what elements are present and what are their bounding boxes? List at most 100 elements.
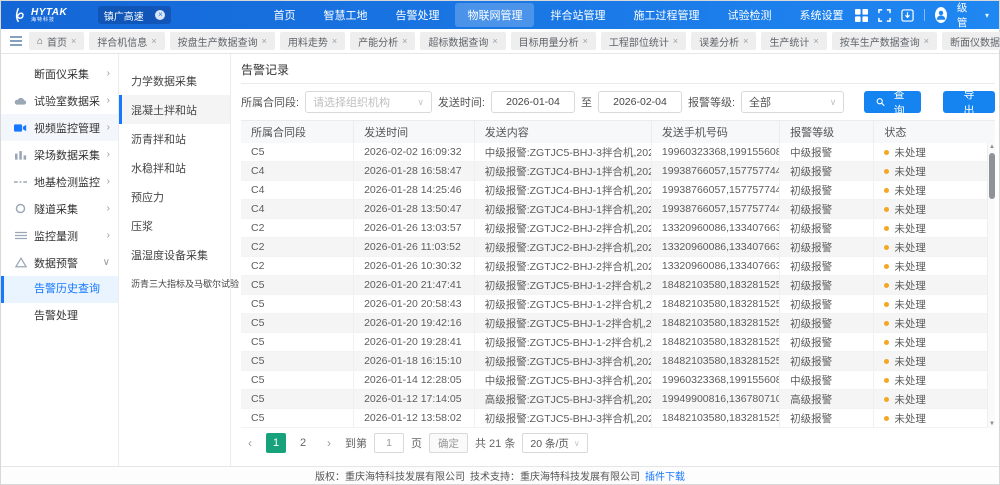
submenu-item[interactable]: 预应力 ∨ [119, 182, 230, 211]
sidebar-item-video-monitor[interactable]: 视频监控管理 › [1, 114, 118, 141]
chevron-down-icon[interactable]: ▾ [985, 11, 989, 20]
tab-close-icon[interactable]: × [743, 36, 748, 46]
scroll-up-icon[interactable]: ▲ [988, 143, 996, 151]
table-row[interactable]: C5 2026-01-12 17:14:05 高级报警:ZGTJC5-BHJ-3… [241, 390, 995, 409]
date-from-input[interactable] [491, 91, 575, 113]
nav-item[interactable]: 首页 [261, 3, 307, 27]
sidebar-item-profiler-collect[interactable]: 断面仪采集 › [1, 60, 118, 87]
tab[interactable]: ⌂ 目标用量分析 × [511, 32, 596, 50]
level-select[interactable]: 全部 ∨ [741, 91, 844, 113]
nav-item[interactable]: 拌合站管理 [538, 3, 617, 27]
date-to-input[interactable] [598, 91, 682, 113]
tab[interactable]: ⌂ 用料走势 × [280, 32, 345, 50]
export-button[interactable]: 导出 [943, 91, 995, 113]
table-row[interactable]: C5 2026-01-14 12:28:05 中级报警:ZGTJC5-BHJ-3… [241, 371, 995, 390]
scrollbar-thumb[interactable] [989, 153, 995, 199]
table-row[interactable]: C4 2026-01-28 14:25:46 初级报警:ZGTJC4-BHJ-1… [241, 181, 995, 200]
submenu-item[interactable]: 温湿度设备采集 ∨ [119, 240, 230, 269]
table-row[interactable]: C5 2026-01-18 16:15:10 初级报警:ZGTJC5-BHJ-3… [241, 352, 995, 371]
sidebar-item-foundation-monitor[interactable]: 地基检测监控平台 › [1, 168, 118, 195]
download-box-icon[interactable] [901, 8, 914, 22]
submenu-item[interactable]: 混凝土拌和站 ∨ [119, 95, 230, 124]
tab-close-icon[interactable]: × [262, 36, 267, 46]
tab-close-icon[interactable]: × [151, 36, 156, 46]
tab-close-icon[interactable]: × [492, 36, 497, 46]
tab[interactable]: ⌂ 断面仪数据采集 × [942, 32, 1000, 50]
tab-label: 首页 [47, 34, 67, 49]
logo-icon [11, 7, 27, 23]
tab[interactable]: ⌂ 产能分析 × [350, 32, 415, 50]
prev-page-button[interactable]: ‹ [241, 433, 259, 453]
tab[interactable]: ⌂ 按盘生产数据查询 × [170, 32, 275, 50]
nav-item[interactable]: 物联网管理 [455, 3, 534, 27]
sidebar-item-lab-data[interactable]: 试验室数据采集 › [1, 87, 118, 114]
clear-icon[interactable]: × [155, 10, 165, 20]
nav-item[interactable]: 告警处理 [383, 3, 451, 27]
table-row[interactable]: C5 2026-01-20 19:28:41 初级报警:ZGTJC5-BHJ-1… [241, 333, 995, 352]
table-row[interactable]: C4 2026-01-28 13:50:47 初级报警:ZGTJC4-BHJ-1… [241, 200, 995, 219]
chevron-right-icon: › [107, 149, 110, 160]
tab[interactable]: ⌂ 按车生产数据查询 × [832, 32, 937, 50]
tab-close-icon[interactable]: × [673, 36, 678, 46]
table-row[interactable]: C5 2026-02-02 16:09:32 中级报警:ZGTJC5-BHJ-3… [241, 143, 995, 162]
table-row[interactable]: C2 2026-01-26 11:03:52 初级报警:ZGTJC2-BHJ-2… [241, 238, 995, 257]
sidebar-item-beamyard-data[interactable]: 梁场数据采集 › [1, 141, 118, 168]
submenu-item[interactable]: 水稳拌和站 ∨ [119, 153, 230, 182]
tab[interactable]: ⌂ 首页 × [29, 32, 84, 50]
scroll-down-icon[interactable]: ▼ [988, 420, 996, 428]
nav-item[interactable]: 施工过程管理 [621, 3, 711, 27]
goto-confirm-button[interactable]: 确定 [429, 433, 468, 453]
table-scrollbar[interactable]: ▲ ▼ [987, 143, 995, 428]
table-row[interactable]: C5 2026-01-20 21:47:41 初级报警:ZGTJC5-BHJ-1… [241, 276, 995, 295]
nav-item[interactable]: 智慧工地 [311, 3, 379, 27]
cell-contract: C4 [241, 200, 354, 218]
tab-close-icon[interactable]: × [402, 36, 407, 46]
menu-list-icon[interactable] [9, 34, 23, 48]
cell-time: 2026-01-18 16:15:10 [354, 352, 475, 370]
tab[interactable]: ⌂ 工程部位统计 × [601, 32, 686, 50]
sidebar-item-monitoring-measure[interactable]: 监控量测 › [1, 222, 118, 249]
sidebar-item-data-warning[interactable]: 数据预警 ∨ [1, 249, 118, 276]
sidebar-subitem-alarm-history[interactable]: 告警历史查询 [1, 276, 118, 303]
next-page-button[interactable]: › [320, 433, 338, 453]
level-label: 报警等级: [688, 94, 735, 110]
goto-unit: 页 [411, 435, 422, 451]
tab[interactable]: ⌂ 超标数据查询 × [420, 32, 505, 50]
goto-page-input[interactable] [374, 433, 404, 453]
tab-close-icon[interactable]: × [71, 36, 76, 46]
table-row[interactable]: C5 2026-01-20 20:58:43 初级报警:ZGTJC5-BHJ-1… [241, 295, 995, 314]
tab[interactable]: ⌂ 拌合机信息 × [89, 32, 164, 50]
page-button[interactable]: 1 [266, 433, 286, 453]
page-button[interactable]: 2 [293, 433, 313, 453]
tab-close-icon[interactable]: × [332, 36, 337, 46]
tab-close-icon[interactable]: × [583, 36, 588, 46]
nav-item[interactable]: 试验检测 [715, 3, 783, 27]
table-row[interactable]: C2 2026-01-26 13:03:57 初级报警:ZGTJC2-BHJ-2… [241, 219, 995, 238]
tab-close-icon[interactable]: × [924, 36, 929, 46]
plugin-download-link[interactable]: 插件下载 [645, 468, 685, 483]
table-row[interactable]: C2 2026-01-26 10:30:32 初级报警:ZGTJC2-BHJ-2… [241, 257, 995, 276]
table-row[interactable]: C5 2026-01-12 13:58:02 初级报警:ZGTJC5-BHJ-3… [241, 409, 995, 428]
fullscreen-icon[interactable] [878, 8, 891, 22]
tab-close-icon[interactable]: × [813, 36, 818, 46]
cell-level: 中级报警 [780, 143, 874, 161]
chevron-right-icon: › [107, 176, 110, 187]
table-row[interactable]: C5 2026-01-20 19:42:16 初级报警:ZGTJC5-BHJ-1… [241, 314, 995, 333]
submenu-item[interactable]: 沥青拌和站 ∨ [119, 124, 230, 153]
contract-select[interactable]: 请选择组织机构 ∨ [305, 91, 432, 113]
tab[interactable]: ⌂ 误差分析 × [691, 32, 756, 50]
tab[interactable]: ⌂ 生产统计 × [761, 32, 826, 50]
apps-grid-icon[interactable] [855, 8, 868, 22]
table-row[interactable]: C4 2026-01-28 16:58:47 初级报警:ZGTJC4-BHJ-1… [241, 162, 995, 181]
submenu-item[interactable]: 沥青三大指标及马歇尔试验 ∨ [119, 269, 230, 298]
sidebar-item-tunnel-collect[interactable]: 隧道采集 › [1, 195, 118, 222]
cell-level: 初级报警 [780, 238, 874, 256]
query-button[interactable]: 查询 [864, 91, 921, 113]
submenu-item[interactable]: 力学数据采集 ∨ [119, 66, 230, 95]
project-select[interactable]: 镇广高速 × [98, 6, 172, 24]
submenu-item[interactable]: 压浆 ∨ [119, 211, 230, 240]
nav-item[interactable]: 系统设置 [787, 3, 855, 27]
sidebar-subitem-alarm-handle[interactable]: 告警处理 [1, 303, 118, 330]
page-size-select[interactable]: 20 条/页 ∨ [522, 433, 587, 453]
avatar[interactable] [935, 7, 947, 23]
